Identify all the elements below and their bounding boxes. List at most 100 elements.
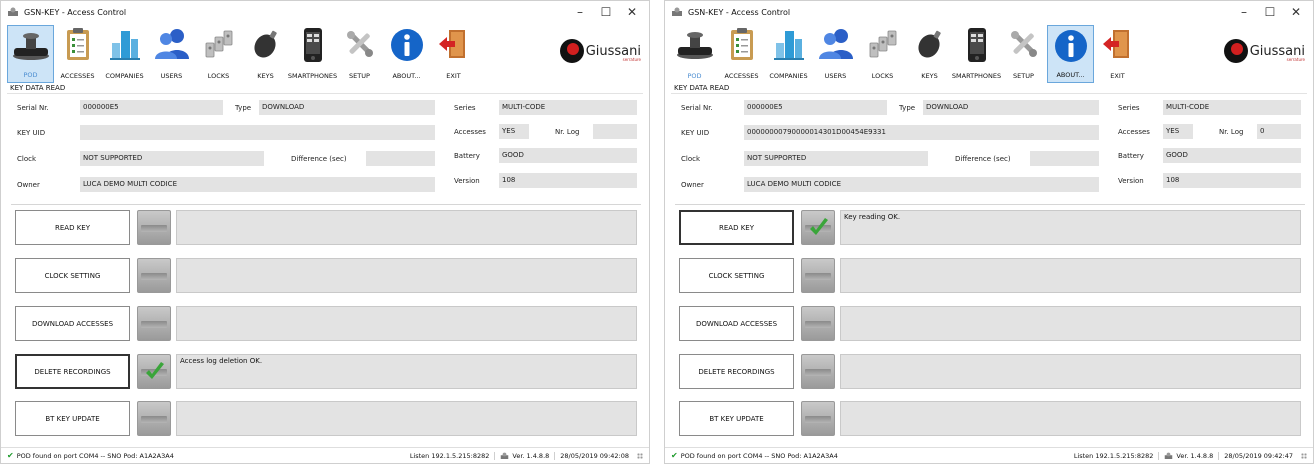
toolbar-label: SMARTPHONES (951, 72, 1002, 80)
close-button[interactable]: ✕ (1283, 1, 1309, 23)
toolbar-item-pod[interactable]: POD (7, 25, 54, 83)
status-indicator (801, 401, 835, 436)
buildings-icon (773, 31, 804, 60)
app-icon (1165, 452, 1173, 459)
toolbar-item-companies[interactable]: COMPANIES (765, 25, 812, 83)
tools-icon (346, 31, 373, 57)
toolbar-item-users[interactable]: USERS (148, 25, 195, 83)
clipboard-icon (730, 28, 753, 60)
minimize-button[interactable]: – (567, 1, 593, 23)
close-button[interactable]: ✕ (619, 1, 645, 23)
window-title: GSN-KEY - Access Control (24, 7, 127, 17)
status-indicator (801, 210, 835, 245)
type-label: Type (899, 104, 916, 112)
app-icon (501, 452, 509, 459)
toolbar-item-exit[interactable]: EXIT (430, 25, 477, 83)
toolbar-item-companies[interactable]: COMPANIES (101, 25, 148, 83)
version-label: Version (1118, 177, 1144, 185)
version-field: 108 (1163, 173, 1301, 188)
bt-key-update-button[interactable]: BT KEY UPDATE (679, 401, 794, 436)
toolbar-item-setup[interactable]: SETUP (336, 25, 383, 83)
toolbar-item-pod[interactable]: POD (671, 25, 718, 83)
toolbar-label: EXIT (1110, 72, 1125, 80)
clock-setting-button[interactable]: CLOCK SETTING (15, 258, 130, 293)
smartphone-icon (303, 28, 322, 62)
toolbar-item-smartphones[interactable]: SMARTPHONES (288, 25, 337, 83)
main-toolbar: POD ACCESSES COMPANIES USERS LOCKS KEYS … (671, 25, 1141, 83)
pod-reader-icon (12, 33, 49, 60)
resize-grip[interactable] (637, 452, 643, 459)
window-left: GSN-KEY - Access Control – ☐ ✕ POD ACCES… (0, 0, 650, 464)
exit-door-icon (1102, 30, 1129, 58)
status-indicator (137, 306, 171, 341)
toolbar-label: KEYS (921, 72, 938, 80)
accesses-label: Accesses (454, 128, 486, 136)
toolbar-item-keys[interactable]: KEYS (242, 25, 289, 83)
read-key-button[interactable]: READ KEY (679, 210, 794, 245)
status-indicator (137, 210, 171, 245)
toolbar-item-setup[interactable]: SETUP (1000, 25, 1047, 83)
battery-field: GOOD (1163, 148, 1301, 163)
delete-recordings-button[interactable]: DELETE RECORDINGS (15, 354, 130, 389)
version-field: 108 (499, 173, 637, 188)
divider (7, 93, 643, 94)
toolbar-label: LOCKS (207, 72, 230, 80)
read-key-button[interactable]: READ KEY (15, 210, 130, 245)
clock-setting-button[interactable]: CLOCK SETTING (679, 258, 794, 293)
uid-label: KEY UID (17, 129, 46, 137)
version-status: Ver. 1.4.8.8 (494, 451, 554, 460)
serial-field: 000000E5 (80, 100, 223, 115)
window-right: GSN-KEY - Access Control – ☐ ✕ POD ACCES… (664, 0, 1314, 464)
tools-icon (1010, 31, 1037, 57)
battery-label: Battery (454, 152, 480, 160)
version-label: Version (454, 177, 480, 185)
toolbar-label: LOCKS (871, 72, 894, 80)
toolbar-item-smartphones[interactable]: SMARTPHONES (951, 25, 1002, 83)
resize-grip[interactable] (1301, 452, 1307, 459)
checkmark-icon (810, 218, 828, 235)
delete-recordings-button[interactable]: DELETE RECORDINGS (679, 354, 794, 389)
nrlog-label: Nr. Log (1219, 128, 1244, 136)
series-label: Series (1118, 104, 1140, 112)
delete-recordings-message (840, 354, 1301, 389)
users-icon (818, 29, 853, 59)
download-accesses-button[interactable]: DOWNLOAD ACCESSES (15, 306, 130, 341)
toolbar-item-accesses[interactable]: ACCESSES (718, 25, 765, 83)
toolbar-item-users[interactable]: USERS (812, 25, 859, 83)
smartphone-icon (967, 28, 986, 62)
toolbar-item-locks[interactable]: LOCKS (859, 25, 906, 83)
maximize-button[interactable]: ☐ (1257, 1, 1283, 23)
owner-field: LUCA DEMO MULTI CODICE (744, 177, 1099, 192)
toolbar-item-accesses[interactable]: ACCESSES (54, 25, 101, 83)
toolbar-item-keys[interactable]: KEYS (906, 25, 953, 83)
toolbar-item-locks[interactable]: LOCKS (195, 25, 242, 83)
download-accesses-message (176, 306, 637, 341)
key-fob-icon (253, 30, 277, 58)
bt-key-update-button[interactable]: BT KEY UPDATE (15, 401, 130, 436)
toolbar-item-exit[interactable]: EXIT (1094, 25, 1141, 83)
check-icon: ✔ (671, 451, 678, 460)
accesses-label: Accesses (1118, 128, 1150, 136)
difference-field (1030, 151, 1099, 166)
toolbar-label: USERS (160, 72, 183, 80)
minimize-button[interactable]: – (1231, 1, 1257, 23)
version-text: Ver. 1.4.8.8 (1176, 451, 1214, 460)
title-bar: GSN-KEY - Access Control – ☐ ✕ (1, 1, 649, 23)
clipboard-icon (66, 28, 89, 60)
series-field: MULTI-CODE (1163, 100, 1301, 115)
listen-status: Listen 192.1.5.215:8282 (405, 452, 495, 460)
difference-label: Difference (sec) (291, 155, 347, 163)
download-accesses-button[interactable]: DOWNLOAD ACCESSES (679, 306, 794, 341)
locks-icon (869, 30, 896, 58)
type-field: DOWNLOAD (923, 100, 1099, 115)
serial-label: Serial Nr. (17, 104, 49, 112)
toolbar-item-about[interactable]: ABOUT... (1047, 25, 1094, 83)
clock-label: Clock (17, 155, 37, 163)
toolbar-item-about[interactable]: ABOUT... (383, 25, 430, 83)
maximize-button[interactable]: ☐ (593, 1, 619, 23)
listen-text: Listen 192.1.5.215:8282 (1073, 451, 1154, 460)
series-field: MULTI-CODE (499, 100, 637, 115)
toolbar-label: SETUP (1013, 72, 1034, 80)
datetime-text: 28/05/2019 09:42:08 (560, 451, 629, 460)
accesses-field: YES (1163, 124, 1193, 139)
